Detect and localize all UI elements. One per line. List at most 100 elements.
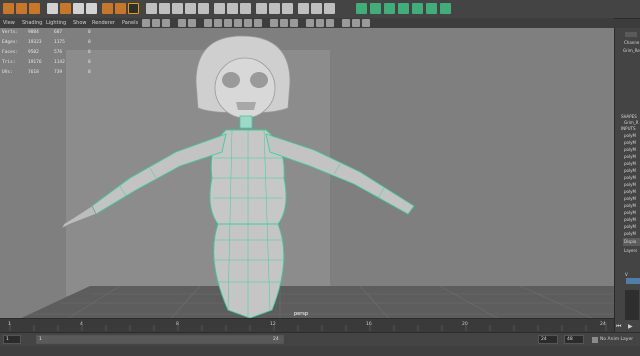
time-tick: 20 <box>462 322 468 327</box>
resolution-gate-icon[interactable] <box>342 19 350 27</box>
input-node[interactable]: polyM <box>624 196 636 201</box>
hypershade-icon[interactable] <box>298 3 309 14</box>
input-node[interactable]: polyM <box>624 175 636 180</box>
shape-name[interactable]: Grim_R <box>624 120 639 125</box>
attribute-editor-icon[interactable] <box>384 3 395 14</box>
gamma-icon[interactable] <box>352 19 360 27</box>
lasso-tool-icon[interactable] <box>16 3 27 14</box>
command-line[interactable] <box>0 346 640 356</box>
end-time-field[interactable]: 24 <box>538 335 558 344</box>
wireframe-on-shaded-icon[interactable] <box>224 19 232 27</box>
display-tab[interactable]: Displa <box>623 238 640 246</box>
input-node[interactable]: polyM <box>624 140 636 145</box>
xray-icon[interactable] <box>280 19 288 27</box>
channel-box-header[interactable]: Channe <box>624 40 639 45</box>
polygon-icon[interactable] <box>240 3 251 14</box>
isolate-select-icon[interactable] <box>270 19 278 27</box>
menu-lighting[interactable]: Lighting <box>46 20 66 26</box>
grid-icon[interactable] <box>178 19 186 27</box>
layer-editor-icon[interactable] <box>426 3 437 14</box>
lights-icon[interactable] <box>244 19 252 27</box>
history-icon[interactable] <box>214 3 225 14</box>
channel-box-panel: Channe Grim_Re SHAPES Grim_R INPUTS poly… <box>614 28 640 342</box>
graph-icon[interactable] <box>324 3 335 14</box>
render-icon[interactable] <box>256 3 267 14</box>
input-node[interactable]: polyM <box>624 231 636 236</box>
depth-of-field-icon[interactable] <box>326 19 334 27</box>
film-gate-icon[interactable] <box>188 19 196 27</box>
play-icon[interactable]: ▶ <box>628 323 633 330</box>
playback-controls: ⏮ ▶ <box>614 321 640 331</box>
outliner-icon[interactable] <box>440 3 451 14</box>
time-slider[interactable]: 1 4 8 12 16 20 24 ⏮ ▶ <box>0 318 633 333</box>
input-node[interactable]: polyM <box>624 182 636 187</box>
wireframe-icon[interactable] <box>204 19 212 27</box>
ambient-occlusion-icon[interactable] <box>306 19 314 27</box>
symmetry-icon[interactable] <box>115 3 126 14</box>
rotate-tool-icon[interactable] <box>60 3 71 14</box>
input-node[interactable]: polyM <box>624 189 636 194</box>
time-tick: 1 <box>8 322 11 327</box>
hud-faces-row: Faces: 9502 576 0 <box>2 50 91 55</box>
input-node[interactable]: polyM <box>624 168 636 173</box>
layers-menu[interactable]: Layers <box>624 248 637 253</box>
anim-layer-dropdown[interactable]: No Anim Layer <box>600 337 633 342</box>
input-node[interactable]: polyM <box>624 133 636 138</box>
menu-renderer[interactable]: Renderer <box>92 20 115 26</box>
render-settings-icon[interactable] <box>269 3 280 14</box>
snap-grid-icon[interactable] <box>146 3 157 14</box>
image-plane-icon[interactable] <box>162 19 170 27</box>
snap-point-icon[interactable] <box>172 3 183 14</box>
smooth-shade-icon[interactable] <box>214 19 222 27</box>
time-slider-ruler <box>9 322 607 331</box>
menu-panels[interactable]: Panels <box>122 20 138 26</box>
shadows-icon[interactable] <box>254 19 262 27</box>
ipr-icon[interactable] <box>282 3 293 14</box>
manipulator-icon[interactable] <box>86 3 97 14</box>
input-node[interactable]: polyM <box>624 147 636 152</box>
paint-select-icon[interactable] <box>29 3 40 14</box>
layer-list[interactable] <box>625 290 639 320</box>
hud-tris-row: Tris: 19176 1142 0 <box>2 60 91 65</box>
text-tool-icon[interactable] <box>128 3 139 14</box>
tool-settings-icon[interactable] <box>398 3 409 14</box>
antialiasing-icon[interactable] <box>316 19 324 27</box>
camera-attributes-icon[interactable] <box>142 19 150 27</box>
start-time-field[interactable]: 1 <box>3 335 21 344</box>
textured-icon[interactable] <box>234 19 242 27</box>
menu-shading[interactable]: Shading <box>22 20 42 26</box>
camera-icon[interactable] <box>311 3 322 14</box>
exposure-icon[interactable] <box>362 19 370 27</box>
move-tool-icon[interactable] <box>47 3 58 14</box>
input-node[interactable]: polyM <box>624 217 636 222</box>
snap-surface-icon[interactable] <box>198 3 209 14</box>
snap-view-icon[interactable] <box>185 3 196 14</box>
input-node[interactable]: polyM <box>624 161 636 166</box>
time-tick: 8 <box>176 322 179 327</box>
input-node[interactable]: polyM <box>624 210 636 215</box>
input-node[interactable]: polyM <box>624 203 636 208</box>
menu-view[interactable]: View <box>3 20 15 26</box>
time-tick: 4 <box>80 322 83 327</box>
construction-icon[interactable] <box>227 3 238 14</box>
snap-curve-icon[interactable] <box>159 3 170 14</box>
layer-visibility-toggle[interactable]: V <box>625 272 628 277</box>
soft-select-icon[interactable] <box>102 3 113 14</box>
channel-box-icon[interactable] <box>412 3 423 14</box>
modeling-toolkit-icon[interactable] <box>356 3 367 14</box>
xray-joints-icon[interactable] <box>290 19 298 27</box>
input-node[interactable]: polyM <box>624 154 636 159</box>
range-slider[interactable]: 1 24 <box>36 335 284 344</box>
camera-label: persp <box>294 311 309 317</box>
panel-collapse-icon[interactable] <box>625 32 637 37</box>
menu-show[interactable]: Show <box>73 20 87 26</box>
object-name[interactable]: Grim_Re <box>623 48 640 53</box>
bookmark-icon[interactable] <box>152 19 160 27</box>
layer-row-selected[interactable] <box>626 278 640 284</box>
scale-tool-icon[interactable] <box>73 3 84 14</box>
max-time-field[interactable]: 48 <box>564 335 584 344</box>
go-to-start-icon[interactable]: ⏮ <box>616 323 621 331</box>
uv-editor-icon[interactable] <box>370 3 381 14</box>
select-tool-icon[interactable] <box>3 3 14 14</box>
input-node[interactable]: polyM <box>624 224 636 229</box>
